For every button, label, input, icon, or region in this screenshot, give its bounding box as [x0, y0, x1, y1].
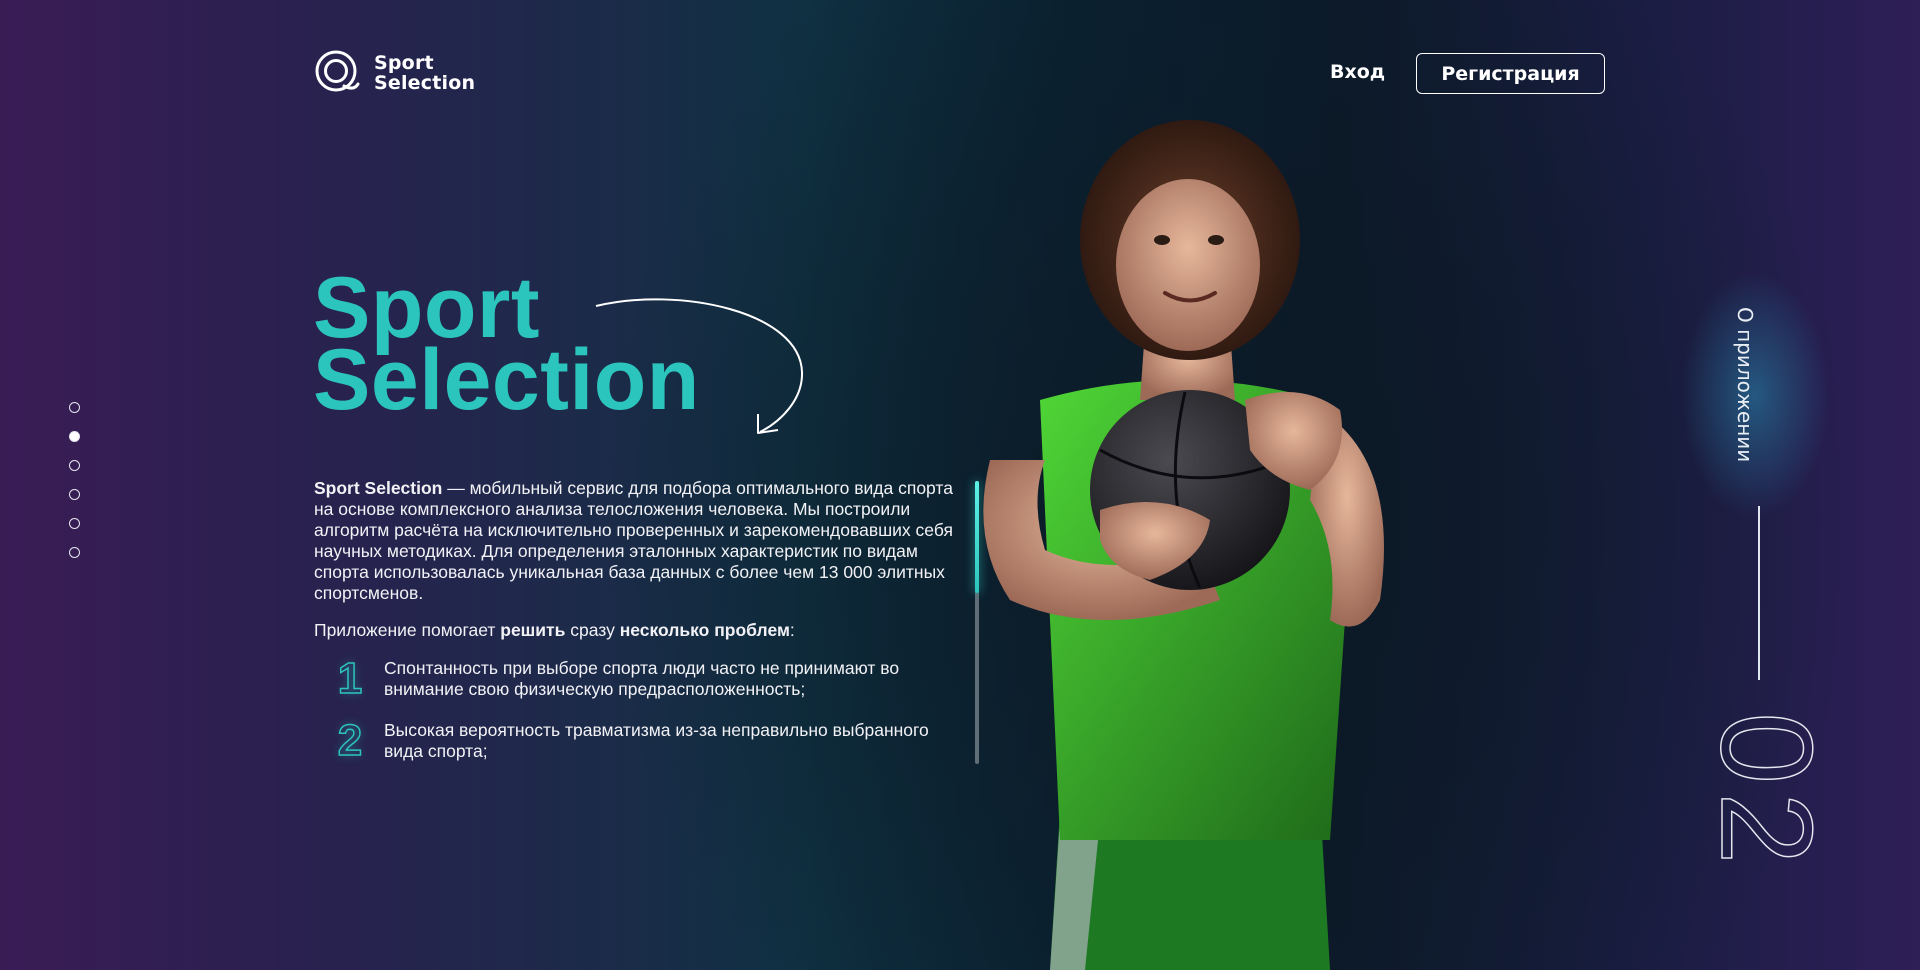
lead-part-3: : — [789, 620, 795, 640]
curved-arrow-icon — [595, 298, 804, 434]
problem-number: 1 — [337, 654, 363, 703]
child-basketball-photo — [983, 120, 1384, 970]
problem-item: 2 Высокая вероятность травматизма из-за … — [320, 716, 944, 765]
pager-dot[interactable] — [69, 518, 80, 529]
problems-lead: Приложение помогает решить сразу несколь… — [314, 620, 795, 641]
pager-dot[interactable] — [69, 402, 80, 413]
logo-line-2: Selection — [374, 72, 476, 94]
description: Sport Selection — мобильный сервис для п… — [314, 478, 964, 604]
lead-part-2: сразу — [565, 620, 620, 640]
problem-text: Высокая вероятность травматизма из-за не… — [384, 720, 929, 761]
section-label[interactable]: О приложении — [1733, 307, 1757, 462]
pager-dot[interactable] — [69, 547, 80, 558]
problem-item: 1 Спонтанность при выборе спорта люди ча… — [320, 654, 944, 703]
logo-line-1: Sport — [374, 52, 434, 74]
problem-text: Спонтанность при выборе спорта люди част… — [384, 658, 900, 699]
problem-number: 2 — [337, 716, 363, 765]
lead-bold-2: несколько проблем — [619, 620, 790, 640]
logo-text: Sport Selection — [374, 53, 475, 93]
section-pager — [69, 402, 80, 558]
pager-dot-active[interactable] — [69, 431, 80, 442]
pager-dot[interactable] — [69, 489, 80, 500]
description-brand: Sport Selection — [314, 478, 443, 498]
section-number: 02 — [1693, 711, 1841, 873]
section-divider — [1758, 506, 1760, 680]
logo-icon — [315, 50, 360, 92]
lead-part-1: Приложение помогает — [314, 620, 501, 640]
pager-dot[interactable] — [69, 460, 80, 471]
lead-bold-1: решить — [500, 620, 566, 640]
logo[interactable]: Sport Selection — [314, 48, 475, 98]
